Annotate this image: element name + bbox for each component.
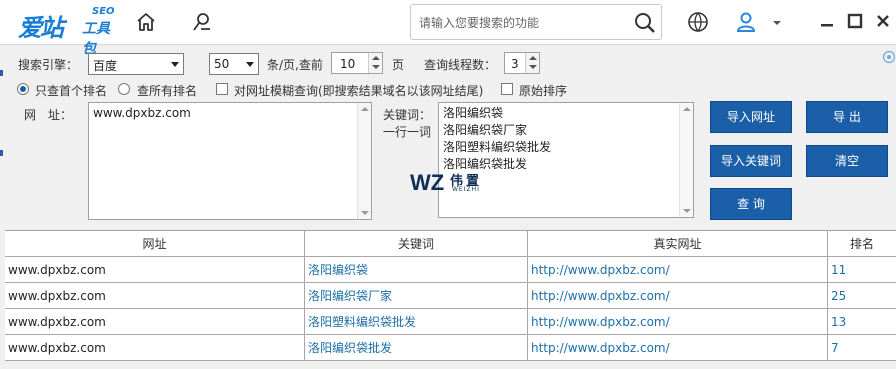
keyword-lines: 洛阳编织袋 洛阳编织袋厂家 洛阳塑料编织袋批发 洛阳编织袋批发 (443, 105, 551, 173)
pages-unit: 页 (392, 58, 405, 72)
url-scrollbar[interactable] (357, 103, 371, 219)
url-value: www.dpxbz.com (93, 106, 191, 120)
url-textarea[interactable]: www.dpxbz.com (88, 102, 372, 220)
home-icon[interactable] (134, 10, 158, 34)
cell-url: www.dpxbz.com (5, 257, 305, 282)
radio-all-ranks-label: 查所有排名 (137, 84, 198, 98)
scroll-up-icon[interactable] (683, 107, 691, 111)
fuzzy-url-label: 对网址模糊查询(即搜索结果域名以该网址结尾) (234, 84, 484, 98)
cell-url: www.dpxbz.com (5, 309, 305, 334)
search-icon[interactable] (633, 11, 657, 35)
scroll-down-icon[interactable] (361, 211, 369, 215)
radio-all-ranks[interactable] (118, 83, 130, 95)
cell-url: www.dpxbz.com (5, 283, 305, 308)
maximize-icon[interactable] (846, 12, 864, 30)
engine-select[interactable]: 百度 (88, 53, 184, 75)
user-dropdown-icon[interactable] (770, 10, 784, 34)
cell-real-url[interactable]: http://www.dpxbz.com/ (528, 335, 828, 360)
cell-rank: 13 (831, 315, 847, 329)
radio-first-rank-label: 只查首个排名 (35, 84, 108, 98)
basketball-icon[interactable] (686, 10, 710, 34)
keyword-line: 洛阳编织袋 (443, 106, 504, 120)
watermark-logo: WZ 伟置 WEIZHI (410, 170, 490, 196)
table-row[interactable]: www.dpxbz.com 洛阳编织袋批发 http://www.dpxbz.c… (5, 335, 896, 361)
app-logo: 爱站 SEO 工具包 (18, 6, 118, 57)
export-button[interactable]: 导 出 (806, 101, 888, 133)
stepper-up-icon[interactable] (372, 56, 380, 60)
threads-stepper[interactable]: 3 (504, 52, 540, 74)
cell-keyword: 洛阳编织袋批发 (305, 335, 528, 360)
keyword-textarea[interactable]: 洛阳编织袋 洛阳编织袋厂家 洛阳塑料编织袋批发 洛阳编织袋批发 (438, 102, 694, 218)
fuzzy-url-checkbox[interactable] (216, 83, 228, 95)
engine-value: 百度 (93, 59, 118, 73)
per-page-select[interactable]: 50 (209, 53, 259, 75)
location-search-icon[interactable] (190, 10, 214, 34)
table-row[interactable]: www.dpxbz.com 洛阳编织袋 http://www.dpxbz.com… (5, 257, 896, 283)
url-label: 网 址： (24, 108, 73, 122)
function-search-input[interactable] (419, 13, 629, 33)
header-keyword[interactable]: 关键词 (305, 231, 528, 256)
per-page-value: 50 (214, 57, 230, 71)
cell-keyword: 洛阳编织袋 (305, 257, 528, 282)
logo-seo: SEO (92, 6, 115, 17)
stepper-up-icon[interactable] (529, 56, 537, 60)
stepper-buttons[interactable] (368, 53, 382, 73)
cell-rank: 11 (831, 263, 847, 277)
stepper-buttons[interactable] (525, 53, 539, 73)
cell-real-url[interactable]: http://www.dpxbz.com/ (528, 309, 828, 334)
threads-value: 3 (511, 57, 519, 71)
cell-real-url[interactable]: http://www.dpxbz.com/ (528, 257, 828, 282)
chevron-down-icon (246, 62, 254, 67)
cell-keyword: 洛阳编织袋厂家 (305, 283, 528, 308)
cell-rank: 7 (831, 341, 839, 355)
query-button[interactable]: 查 询 (710, 188, 792, 220)
raw-sort-label: 原始排序 (519, 84, 568, 98)
engine-label: 搜索引擎： (18, 58, 79, 72)
function-search-box[interactable] (410, 4, 662, 40)
stepper-down-icon[interactable] (529, 65, 537, 69)
cell-real-url[interactable]: http://www.dpxbz.com/ (528, 283, 828, 308)
keyword-line: 洛阳编织袋厂家 (443, 123, 528, 137)
table-row[interactable]: www.dpxbz.com 洛阳塑料编织袋批发 http://www.dpxbz… (5, 309, 896, 335)
pages-stepper[interactable]: 10 (331, 52, 383, 74)
clear-button[interactable]: 清空 (806, 145, 888, 177)
keyword-label: 关键词： (383, 108, 432, 122)
minimize-icon[interactable] (818, 12, 836, 30)
header-url[interactable]: 网址 (5, 231, 305, 256)
table-row[interactable]: www.dpxbz.com 洛阳编织袋厂家 http://www.dpxbz.c… (5, 283, 896, 309)
raw-sort-checkbox[interactable] (501, 83, 513, 95)
pages-value: 10 (340, 57, 356, 71)
stepper-down-icon[interactable] (372, 65, 380, 69)
scroll-down-icon[interactable] (683, 209, 691, 213)
threads-label: 查询线程数： (424, 58, 497, 72)
edge-mark (0, 70, 3, 76)
keyword-line: 洛阳塑料编织袋批发 (443, 140, 552, 154)
import-keywords-button[interactable]: 导入关键词 (710, 145, 792, 177)
watermark-wz: WZ (410, 170, 445, 195)
close-icon[interactable] (874, 12, 892, 30)
cell-url: www.dpxbz.com (5, 335, 305, 360)
header-real-url[interactable]: 真实网址 (528, 231, 828, 256)
radio-first-rank[interactable] (17, 83, 29, 95)
keyword-hint: 一行一词 (383, 125, 432, 139)
per-page-label: 条/页,查前 (267, 58, 323, 72)
import-url-button[interactable]: 导入网址 (710, 101, 792, 133)
title-bar: 爱站 SEO 工具包 (0, 0, 896, 57)
edge-mark (0, 150, 3, 156)
keyword-scrollbar[interactable] (679, 103, 693, 217)
panel-pin-icon[interactable] (882, 50, 896, 64)
user-icon[interactable] (734, 10, 758, 34)
logo-tool: 工具包 (82, 21, 110, 57)
chevron-down-icon (171, 62, 179, 67)
logo-text: 爱站 (18, 14, 64, 42)
header-rank[interactable]: 排名 (828, 231, 896, 256)
results-table: 网址 关键词 真实网址 排名 www.dpxbz.com 洛阳编织袋 http:… (5, 230, 896, 361)
cell-rank: 25 (831, 289, 847, 303)
scroll-up-icon[interactable] (361, 107, 369, 111)
table-header: 网址 关键词 真实网址 排名 (5, 231, 896, 257)
cell-keyword: 洛阳塑料编织袋批发 (305, 309, 528, 334)
watermark-sub: WEIZHI (452, 186, 480, 193)
